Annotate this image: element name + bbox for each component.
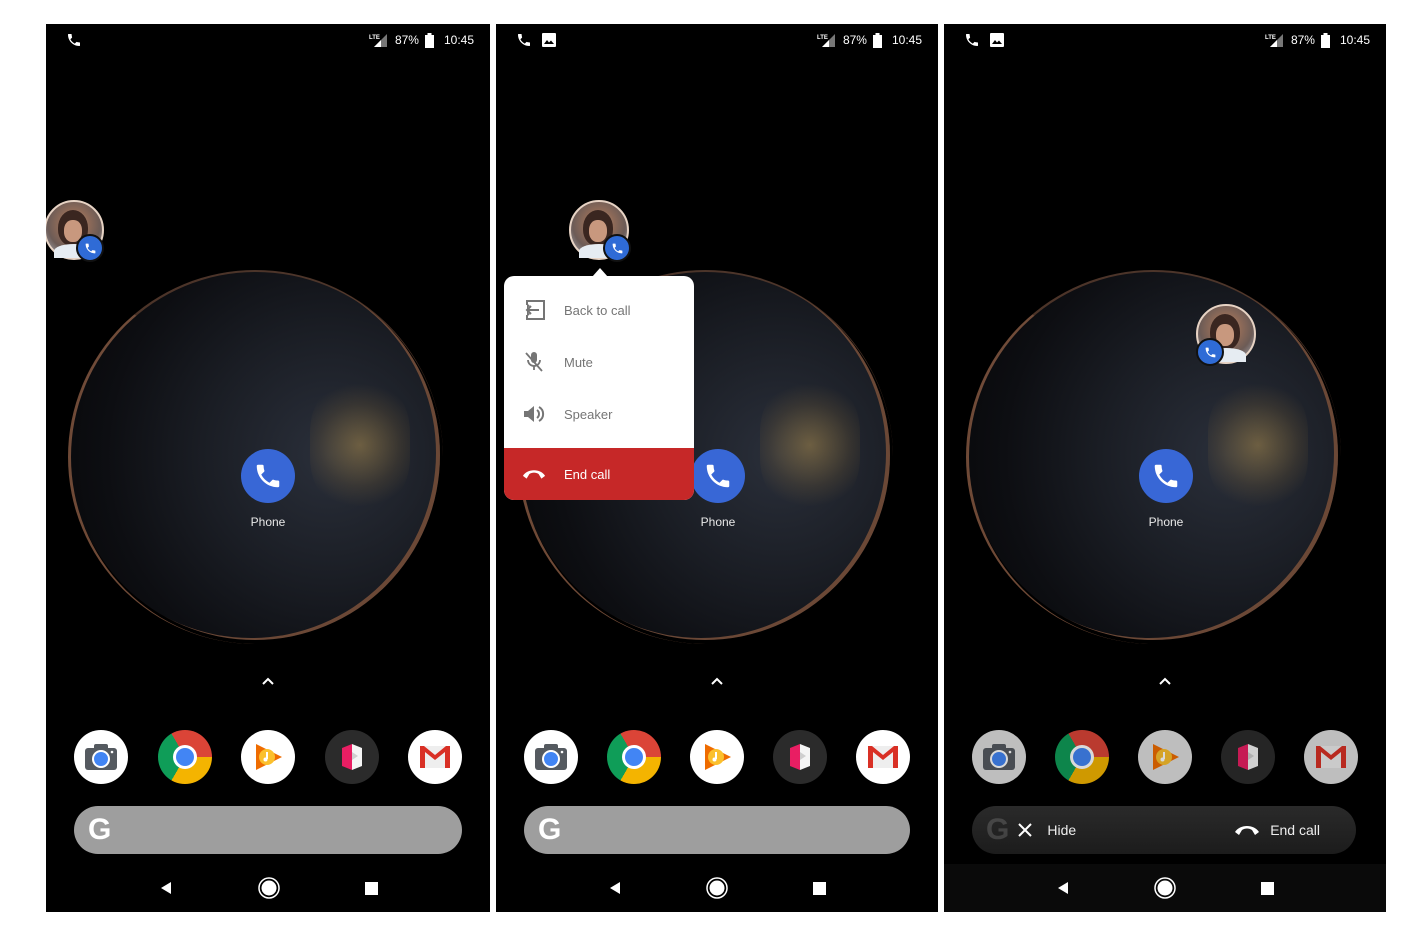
play-music-app-icon[interactable] xyxy=(1138,730,1192,784)
phone-screen-2: LTE 87% 10:45 Phone Back to call Mute Sp… xyxy=(496,24,938,912)
bubble-phone-badge-icon xyxy=(603,234,631,262)
image-icon xyxy=(990,33,1004,47)
phone-call-icon xyxy=(966,34,978,46)
phone-app-shortcut[interactable]: Phone xyxy=(241,449,295,529)
lte-signal-icon: LTE xyxy=(817,34,835,47)
battery-percent: 87% xyxy=(842,33,867,47)
close-icon xyxy=(1018,823,1033,837)
back-icon[interactable] xyxy=(1056,881,1070,895)
phone-app-shortcut[interactable]: Phone xyxy=(691,449,745,529)
end-call-icon xyxy=(522,462,546,486)
gmail-app-icon[interactable] xyxy=(856,730,910,784)
dock xyxy=(74,730,462,784)
bubble-phone-badge-icon xyxy=(1196,338,1224,366)
clock: 10:45 xyxy=(1339,33,1370,47)
bubble-drop-target-bar: G Hide End call xyxy=(972,806,1356,854)
navigation-bar xyxy=(944,864,1386,912)
lte-signal-icon: LTE xyxy=(1265,34,1283,47)
recents-icon[interactable] xyxy=(1260,881,1274,895)
app-drawer-chevron-icon[interactable] xyxy=(261,676,275,686)
chrome-app-icon[interactable] xyxy=(1055,730,1109,784)
end-call-icon xyxy=(1235,826,1260,835)
menu-item-end-call[interactable]: End call xyxy=(504,448,694,500)
phone-app-icon xyxy=(691,449,745,503)
kiosk-app-icon[interactable] xyxy=(1221,730,1275,784)
phone-app-label: Phone xyxy=(1148,515,1184,529)
phone-app-icon xyxy=(241,449,295,503)
call-bubble[interactable] xyxy=(46,200,104,262)
svg-text:LTE: LTE xyxy=(1265,35,1276,41)
menu-item-back-to-call[interactable]: Back to call xyxy=(504,284,694,336)
app-drawer-chevron-icon[interactable] xyxy=(1158,676,1172,686)
dock xyxy=(524,730,910,784)
menu-item-label: End call xyxy=(564,466,611,482)
phone-call-icon xyxy=(518,34,530,46)
status-bar: LTE 87% 10:45 xyxy=(944,24,1386,56)
google-logo-icon: G xyxy=(538,813,562,846)
play-music-app-icon[interactable] xyxy=(241,730,295,784)
speaker-icon xyxy=(522,402,546,426)
svg-text:LTE: LTE xyxy=(369,35,380,41)
call-bubble[interactable] xyxy=(1196,304,1256,366)
battery-percent: 87% xyxy=(1290,33,1315,47)
back-to-call-icon xyxy=(522,298,546,322)
hide-label: Hide xyxy=(1047,822,1077,838)
menu-item-speaker[interactable]: Speaker xyxy=(504,388,694,440)
kiosk-app-icon[interactable] xyxy=(324,730,379,784)
status-bar: LTE 87% 10:45 xyxy=(46,24,490,56)
image-icon xyxy=(542,33,556,47)
recents-icon[interactable] xyxy=(364,881,378,895)
kiosk-app-icon[interactable] xyxy=(773,730,827,784)
bubble-menu: Back to call Mute Speaker End call xyxy=(504,276,694,500)
mic-off-icon xyxy=(522,350,546,374)
clock: 10:45 xyxy=(891,33,922,47)
google-search-bar[interactable]: G xyxy=(524,806,910,854)
home-icon[interactable] xyxy=(257,877,280,899)
menu-item-label: Back to call xyxy=(564,302,631,318)
end-call-label: End call xyxy=(1270,822,1320,838)
chrome-app-icon[interactable] xyxy=(157,730,212,784)
phone-app-label: Phone xyxy=(250,515,286,529)
google-logo-icon: G xyxy=(986,813,1010,846)
end-call-target[interactable]: End call xyxy=(1234,822,1320,838)
clock: 10:45 xyxy=(443,33,474,47)
phone-app-label: Phone xyxy=(700,515,736,529)
camera-app-icon[interactable] xyxy=(524,730,578,784)
phone-app-shortcut[interactable]: Phone xyxy=(1139,449,1193,529)
play-music-app-icon[interactable] xyxy=(690,730,744,784)
navigation-bar xyxy=(46,864,490,912)
phone-call-icon xyxy=(68,34,80,46)
dock xyxy=(972,730,1358,784)
camera-app-icon[interactable] xyxy=(74,730,128,784)
menu-item-mute[interactable]: Mute xyxy=(504,336,694,388)
bubble-phone-badge-icon xyxy=(76,234,104,262)
hide-bubble-target[interactable]: Hide xyxy=(1017,822,1076,838)
recents-icon[interactable] xyxy=(812,881,826,895)
chrome-app-icon[interactable] xyxy=(607,730,661,784)
phone-screen-1: LTE 87% 10:45 Phone G xyxy=(46,24,490,912)
back-icon[interactable] xyxy=(159,881,173,895)
phone-app-icon xyxy=(1139,449,1193,503)
home-icon[interactable] xyxy=(1154,877,1177,899)
battery-percent: 87% xyxy=(394,33,419,47)
gmail-app-icon[interactable] xyxy=(408,730,462,784)
call-bubble[interactable] xyxy=(569,200,631,262)
google-search-bar[interactable]: G xyxy=(74,806,462,854)
google-logo-icon: G xyxy=(88,813,112,846)
menu-item-label: Mute xyxy=(564,354,593,370)
battery-icon xyxy=(872,32,882,48)
battery-icon xyxy=(1320,32,1330,48)
camera-app-icon[interactable] xyxy=(972,730,1026,784)
gmail-app-icon[interactable] xyxy=(1304,730,1358,784)
lte-signal-icon: LTE xyxy=(369,34,387,47)
app-drawer-chevron-icon[interactable] xyxy=(710,676,724,686)
home-icon[interactable] xyxy=(706,877,729,899)
battery-icon xyxy=(424,32,434,48)
navigation-bar xyxy=(496,864,938,912)
svg-text:LTE: LTE xyxy=(817,35,828,41)
phone-screen-3: LTE 87% 10:45 Phone G Hide End call xyxy=(944,24,1386,912)
menu-item-label: Speaker xyxy=(564,406,613,422)
status-bar: LTE 87% 10:45 xyxy=(496,24,938,56)
back-icon[interactable] xyxy=(608,881,622,895)
